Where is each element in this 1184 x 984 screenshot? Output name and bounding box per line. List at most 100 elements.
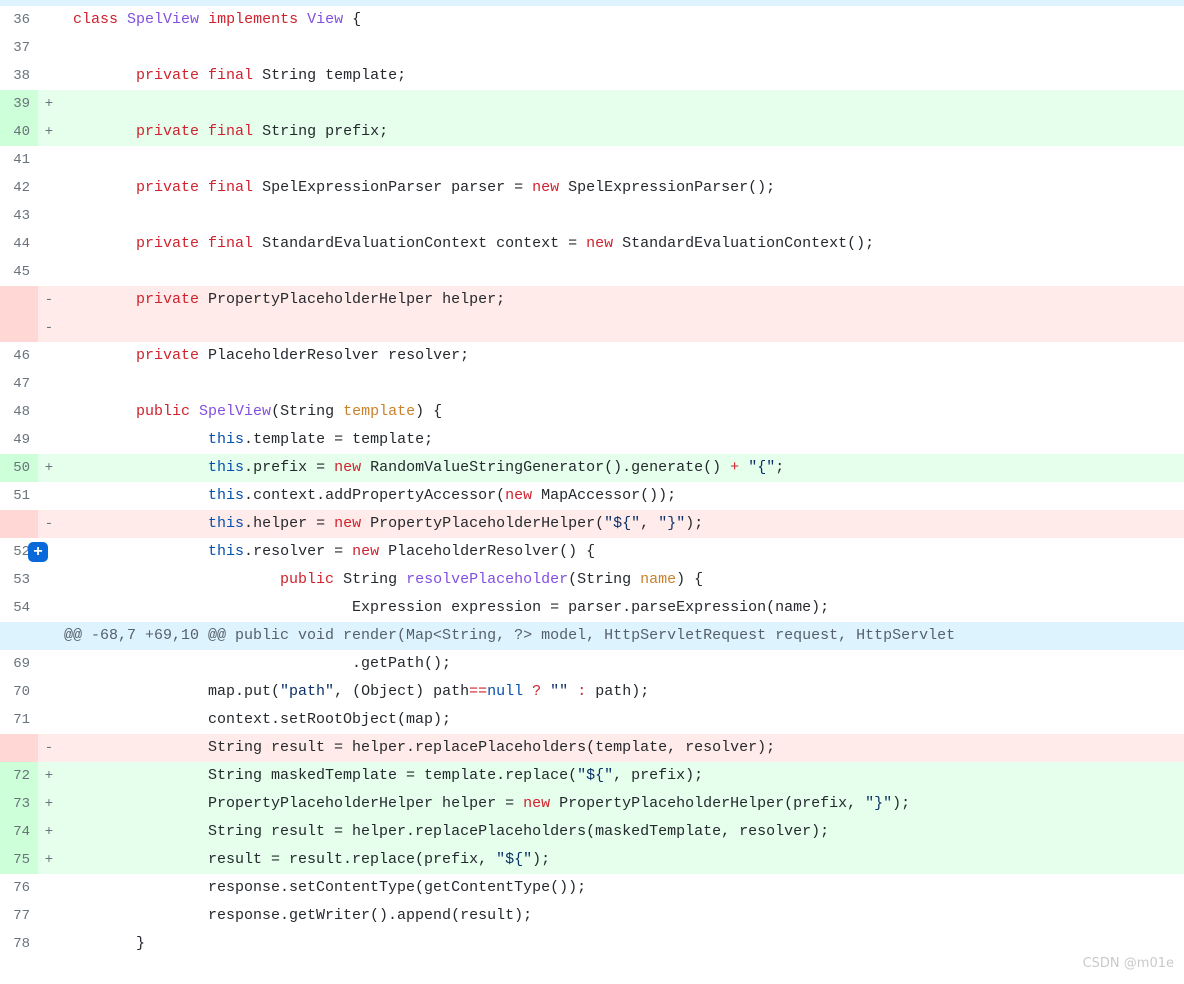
line-number[interactable]: 47 bbox=[0, 370, 38, 398]
code-content: PropertyPlaceholderHelper helper = new P… bbox=[60, 790, 1184, 818]
code-content bbox=[60, 90, 1184, 118]
code-row[interactable]: 48 public SpelView(String template) { bbox=[0, 398, 1184, 426]
code-row[interactable]: 50+ this.prefix = new RandomValueStringG… bbox=[0, 454, 1184, 482]
line-number[interactable]: 49 bbox=[0, 426, 38, 454]
line-number[interactable]: 72 bbox=[0, 762, 38, 790]
code-content: this.helper = new PropertyPlaceholderHel… bbox=[60, 510, 1184, 538]
line-number[interactable]: 70 bbox=[0, 678, 38, 706]
code-content: } bbox=[60, 930, 1184, 958]
code-row[interactable]: 49 this.template = template; bbox=[0, 426, 1184, 454]
code-content bbox=[60, 258, 1184, 286]
code-row[interactable]: 45 bbox=[0, 258, 1184, 286]
code-content: this.prefix = new RandomValueStringGener… bbox=[60, 454, 1184, 482]
code-content: response.setContentType(getContentType()… bbox=[60, 874, 1184, 902]
code-row[interactable]: 44 private final StandardEvaluationConte… bbox=[0, 230, 1184, 258]
code-row[interactable]: 69 .getPath(); bbox=[0, 650, 1184, 678]
code-row[interactable]: 47 bbox=[0, 370, 1184, 398]
line-number[interactable]: 40 bbox=[0, 118, 38, 146]
code-content: private final SpelExpressionParser parse… bbox=[60, 174, 1184, 202]
line-number[interactable]: 39 bbox=[0, 90, 38, 118]
code-row[interactable]: 73+ PropertyPlaceholderHelper helper = n… bbox=[0, 790, 1184, 818]
line-number[interactable] bbox=[0, 314, 38, 342]
line-number[interactable]: 71 bbox=[0, 706, 38, 734]
code-content: private final String prefix; bbox=[60, 118, 1184, 146]
code-row[interactable]: 36 class SpelView implements View { bbox=[0, 6, 1184, 34]
diff-sign bbox=[38, 230, 60, 258]
code-row[interactable]: 43 bbox=[0, 202, 1184, 230]
code-content: public SpelView(String template) { bbox=[60, 398, 1184, 426]
line-number[interactable]: 37 bbox=[0, 34, 38, 62]
code-row[interactable]: 54 Expression expression = parser.parseE… bbox=[0, 594, 1184, 622]
code-row[interactable]: - private PropertyPlaceholderHelper help… bbox=[0, 286, 1184, 314]
diff-sign bbox=[38, 482, 60, 510]
line-number[interactable]: 43 bbox=[0, 202, 38, 230]
diff-sign bbox=[38, 426, 60, 454]
code-row[interactable]: 71 context.setRootObject(map); bbox=[0, 706, 1184, 734]
line-number[interactable]: 78 bbox=[0, 930, 38, 958]
line-number[interactable]: 77 bbox=[0, 902, 38, 930]
line-number[interactable]: 74 bbox=[0, 818, 38, 846]
code-row[interactable]: 37 bbox=[0, 34, 1184, 62]
line-number[interactable]: 76 bbox=[0, 874, 38, 902]
code-row[interactable]: 51 this.context.addPropertyAccessor(new … bbox=[0, 482, 1184, 510]
code-content: String result = helper.replacePlaceholde… bbox=[60, 734, 1184, 762]
line-number[interactable]: 51 bbox=[0, 482, 38, 510]
line-number[interactable]: 45 bbox=[0, 258, 38, 286]
code-row[interactable]: 74+ String result = helper.replacePlaceh… bbox=[0, 818, 1184, 846]
diff-sign: + bbox=[38, 790, 60, 818]
code-row[interactable]: 75+ result = result.replace(prefix, "${"… bbox=[0, 846, 1184, 874]
code-content: private PropertyPlaceholderHelper helper… bbox=[60, 286, 1184, 314]
code-row[interactable]: 41 bbox=[0, 146, 1184, 174]
line-number[interactable]: 38 bbox=[0, 62, 38, 90]
code-content: this.resolver = new PlaceholderResolver(… bbox=[60, 538, 1184, 566]
line-number[interactable]: 73 bbox=[0, 790, 38, 818]
code-row[interactable]: 39+ bbox=[0, 90, 1184, 118]
line-number[interactable]: 44 bbox=[0, 230, 38, 258]
line-number[interactable]: 48 bbox=[0, 398, 38, 426]
diff-sign bbox=[38, 370, 60, 398]
line-number[interactable] bbox=[0, 734, 38, 762]
diff-sign bbox=[38, 202, 60, 230]
code-row[interactable]: - String result = helper.replacePlacehol… bbox=[0, 734, 1184, 762]
code-content: context.setRootObject(map); bbox=[60, 706, 1184, 734]
diff-sign bbox=[38, 146, 60, 174]
diff-sign bbox=[38, 678, 60, 706]
code-row[interactable]: 78 } bbox=[0, 930, 1184, 958]
diff-sign: + bbox=[38, 762, 60, 790]
line-number[interactable]: 46 bbox=[0, 342, 38, 370]
code-content bbox=[60, 314, 1184, 342]
code-row[interactable]: 38 private final String template; bbox=[0, 62, 1184, 90]
line-number[interactable]: 75 bbox=[0, 846, 38, 874]
diff-sign bbox=[38, 650, 60, 678]
diff-sign: + bbox=[38, 538, 60, 566]
code-row[interactable]: 53 public String resolvePlaceholder(Stri… bbox=[0, 566, 1184, 594]
code-content bbox=[60, 34, 1184, 62]
diff-sign: - bbox=[38, 286, 60, 314]
code-content: class SpelView implements View { bbox=[60, 6, 1184, 34]
line-number[interactable] bbox=[0, 510, 38, 538]
diff-sign: - bbox=[38, 314, 60, 342]
diff-sign: - bbox=[38, 510, 60, 538]
line-number[interactable]: 42 bbox=[0, 174, 38, 202]
line-number[interactable]: 69 bbox=[0, 650, 38, 678]
line-number[interactable] bbox=[0, 286, 38, 314]
add-comment-icon[interactable]: + bbox=[28, 542, 48, 562]
code-row[interactable]: 42 private final SpelExpressionParser pa… bbox=[0, 174, 1184, 202]
line-number[interactable]: 36 bbox=[0, 6, 38, 34]
code-row[interactable]: 70 map.put("path", (Object) path==null ?… bbox=[0, 678, 1184, 706]
diff-sign bbox=[38, 62, 60, 90]
code-row[interactable]: 77 response.getWriter().append(result); bbox=[0, 902, 1184, 930]
code-row[interactable]: 76 response.setContentType(getContentTyp… bbox=[0, 874, 1184, 902]
hunk-header-row[interactable]: @@ -68,7 +69,10 @@ public void render(Ma… bbox=[0, 622, 1184, 650]
code-row[interactable]: 40+ private final String prefix; bbox=[0, 118, 1184, 146]
line-number[interactable]: 50 bbox=[0, 454, 38, 482]
code-content bbox=[60, 146, 1184, 174]
code-row[interactable]: 72+ String maskedTemplate = template.rep… bbox=[0, 762, 1184, 790]
line-number[interactable]: 41 bbox=[0, 146, 38, 174]
code-row[interactable]: 46 private PlaceholderResolver resolver; bbox=[0, 342, 1184, 370]
code-row[interactable]: 52+ this.resolver = new PlaceholderResol… bbox=[0, 538, 1184, 566]
code-row[interactable]: - this.helper = new PropertyPlaceholderH… bbox=[0, 510, 1184, 538]
code-row[interactable]: - bbox=[0, 314, 1184, 342]
line-number[interactable]: 54 bbox=[0, 594, 38, 622]
line-number[interactable]: 53 bbox=[0, 566, 38, 594]
